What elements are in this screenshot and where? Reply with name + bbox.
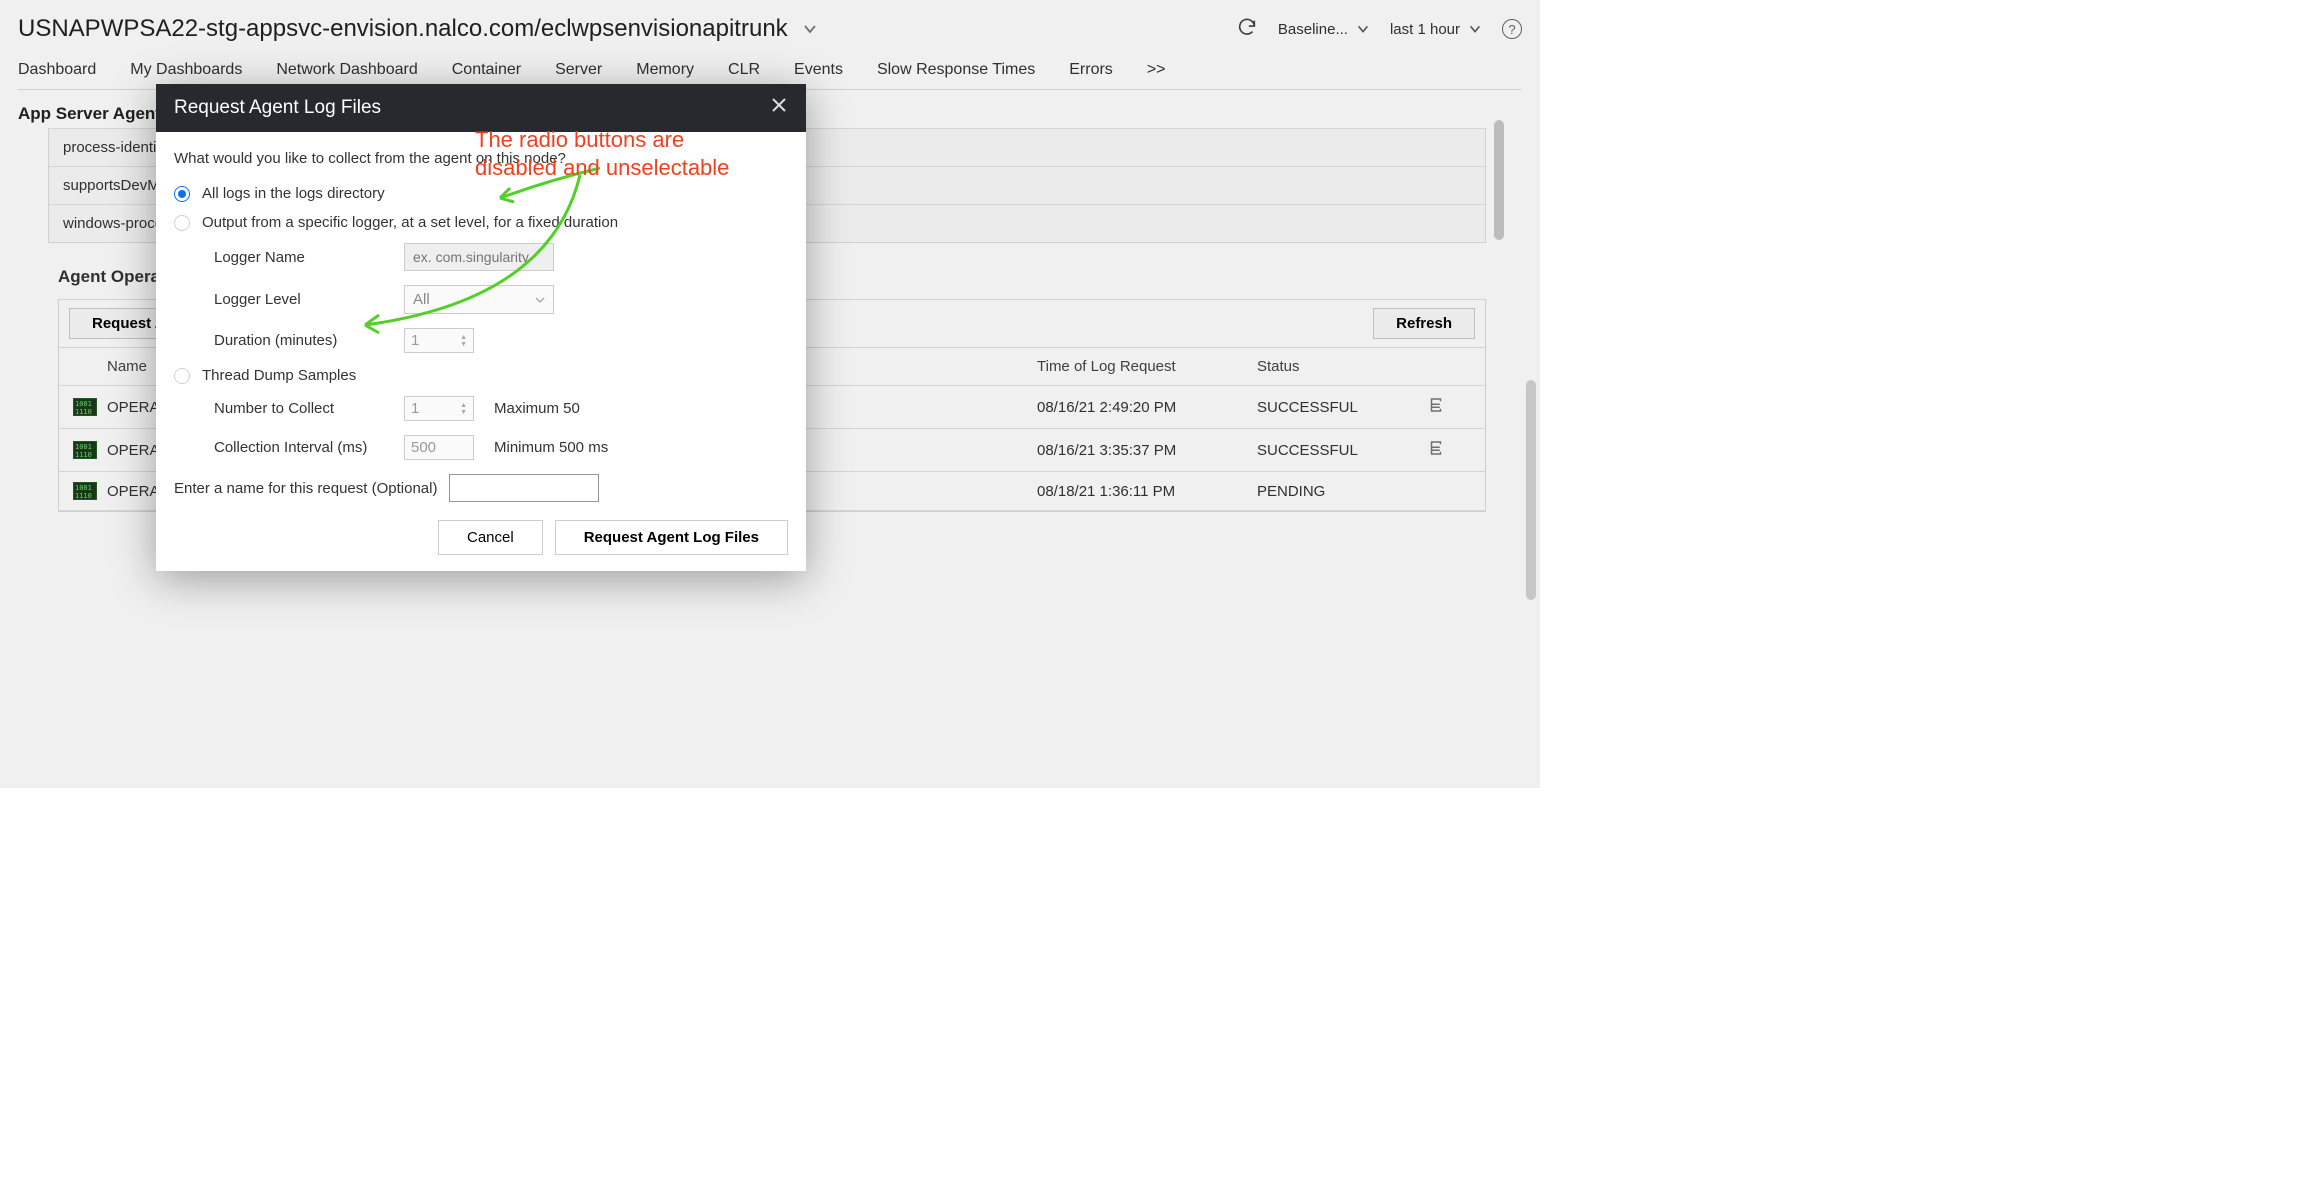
tab-server[interactable]: Server	[555, 61, 602, 79]
cell-time: 08/16/21 3:35:37 PM	[1037, 442, 1257, 459]
collection-interval-stepper[interactable]: 500	[404, 435, 474, 460]
annotation-line1: The radio buttons are	[475, 126, 729, 154]
download-icon[interactable]	[1427, 396, 1477, 418]
radio-all-logs[interactable]	[174, 186, 190, 202]
radio-thread-dump-row[interactable]: Thread Dump Samples	[174, 367, 788, 384]
request-agent-log-files-button[interactable]: Request Agent Log Files	[555, 520, 788, 555]
download-icon[interactable]	[1427, 439, 1477, 461]
modal-header: Request Agent Log Files	[156, 84, 806, 132]
radio-specific-logger-row[interactable]: Output from a specific logger, at a set …	[174, 214, 788, 231]
scrollbar-thumb[interactable]	[1526, 380, 1536, 600]
logger-name-input[interactable]	[404, 243, 554, 271]
scrollbar-inner[interactable]	[1494, 120, 1504, 240]
tab-network-dashboard[interactable]: Network Dashboard	[276, 61, 417, 79]
number-to-collect-stepper[interactable]: 1 ▲▼	[404, 396, 474, 421]
baseline-dropdown[interactable]: Baseline...	[1278, 21, 1370, 38]
console-icon: 10011110	[73, 482, 97, 500]
chevron-down-icon	[535, 295, 545, 305]
console-icon: 10011110	[73, 441, 97, 459]
cell-time: 08/16/21 2:49:20 PM	[1037, 399, 1257, 416]
tab-memory[interactable]: Memory	[636, 61, 694, 79]
tab-my-dashboards[interactable]: My Dashboards	[130, 61, 242, 79]
logger-name-label: Logger Name	[214, 249, 384, 266]
logger-level-value: All	[413, 291, 430, 308]
request-name-input[interactable]	[449, 474, 599, 502]
title-chevron-icon[interactable]	[802, 21, 818, 37]
timerange-label: last 1 hour	[1390, 21, 1460, 38]
number-to-collect-label: Number to Collect	[214, 400, 384, 417]
cell-time: 08/18/21 1:36:11 PM	[1037, 483, 1257, 500]
number-to-collect-hint: Maximum 50	[494, 400, 580, 417]
tab-container[interactable]: Container	[452, 61, 521, 79]
close-icon[interactable]	[770, 96, 788, 120]
duration-value: 1	[411, 332, 419, 349]
cancel-button[interactable]: Cancel	[438, 520, 543, 555]
radio-thread-dump-label: Thread Dump Samples	[202, 367, 356, 384]
number-to-collect-value: 1	[411, 400, 419, 417]
col-status[interactable]: Status	[1257, 358, 1427, 375]
tab-events[interactable]: Events	[794, 61, 843, 79]
modal-body: What would you like to collect from the …	[156, 132, 806, 571]
tab-errors[interactable]: Errors	[1069, 61, 1113, 79]
tab-more[interactable]: >>	[1147, 61, 1166, 79]
collection-interval-label: Collection Interval (ms)	[214, 439, 384, 456]
duration-stepper[interactable]: 1 ▲▼	[404, 328, 474, 353]
collection-interval-hint: Minimum 500 ms	[494, 439, 608, 456]
cell-status: SUCCESSFUL	[1257, 399, 1427, 416]
radio-all-logs-label: All logs in the logs directory	[202, 185, 385, 202]
radio-thread-dump[interactable]	[174, 368, 190, 384]
logger-level-select[interactable]: All	[404, 285, 554, 314]
modal-title: Request Agent Log Files	[174, 97, 381, 119]
help-icon[interactable]: ?	[1502, 19, 1522, 39]
cell-status: PENDING	[1257, 483, 1427, 500]
header-row: USNAPWPSA22-stg-appsvc-envision.nalco.co…	[18, 15, 1522, 43]
col-time[interactable]: Time of Log Request	[1037, 358, 1257, 375]
refresh-icon[interactable]	[1236, 16, 1258, 42]
tab-slow-response[interactable]: Slow Response Times	[877, 61, 1035, 79]
stepper-arrows-icon[interactable]: ▲▼	[460, 334, 467, 348]
tab-dashboard[interactable]: Dashboard	[18, 61, 96, 79]
radio-specific-logger[interactable]	[174, 215, 190, 231]
baseline-label: Baseline...	[1278, 21, 1348, 38]
request-name-label: Enter a name for this request (Optional)	[174, 480, 437, 497]
logger-level-label: Logger Level	[214, 291, 384, 308]
radio-specific-logger-label: Output from a specific logger, at a set …	[202, 214, 618, 231]
cell-status: SUCCESSFUL	[1257, 442, 1427, 459]
scrollbar-outer[interactable]	[1524, 100, 1536, 740]
radio-all-logs-row[interactable]: All logs in the logs directory	[174, 185, 788, 202]
console-icon: 10011110	[73, 398, 97, 416]
subtab-app-server-agent[interactable]: App Server Agent	[18, 104, 161, 124]
timerange-dropdown[interactable]: last 1 hour	[1390, 21, 1482, 38]
annotation-text: The radio buttons are disabled and unsel…	[475, 126, 729, 181]
duration-label: Duration (minutes)	[214, 332, 384, 349]
page-title: USNAPWPSA22-stg-appsvc-envision.nalco.co…	[18, 15, 788, 43]
collection-interval-value: 500	[411, 439, 436, 456]
refresh-button[interactable]: Refresh	[1373, 308, 1475, 339]
tab-clr[interactable]: CLR	[728, 61, 760, 79]
annotation-line2: disabled and unselectable	[475, 154, 729, 182]
stepper-arrows-icon[interactable]: ▲▼	[460, 402, 467, 416]
